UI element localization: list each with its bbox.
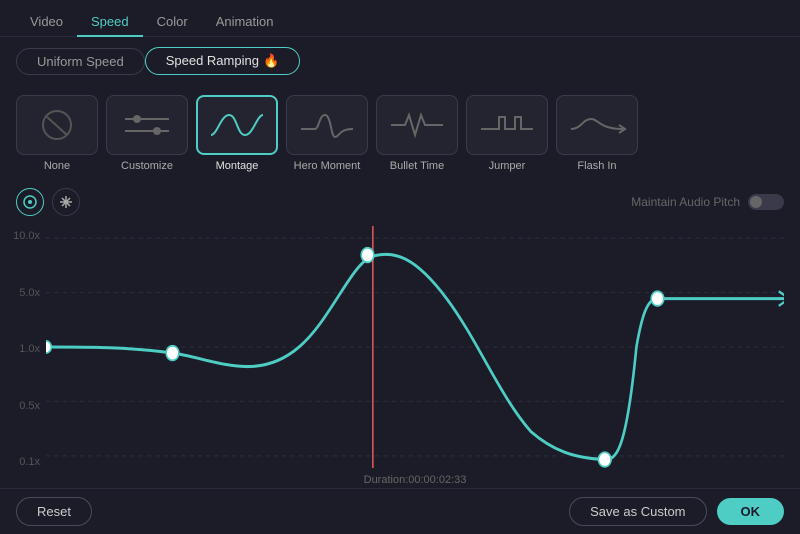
audio-pitch-toggle[interactable] bbox=[748, 194, 784, 210]
tab-color[interactable]: Color bbox=[143, 8, 202, 37]
tab-video[interactable]: Video bbox=[16, 8, 77, 37]
preset-hero-moment-label: Hero Moment bbox=[294, 160, 361, 172]
reset-button[interactable]: Reset bbox=[16, 497, 92, 526]
speed-ramping-btn[interactable]: Speed Ramping🔥 bbox=[145, 47, 300, 75]
preset-flash-in-label: Flash In bbox=[577, 160, 616, 172]
bezier-icon bbox=[22, 194, 38, 210]
y-label-0-5: 0.5x bbox=[0, 400, 46, 412]
preset-jumper-label: Jumper bbox=[489, 160, 526, 172]
preset-montage[interactable]: Montage bbox=[196, 95, 278, 172]
preset-montage-label: Montage bbox=[216, 160, 259, 172]
preset-montage-icon-box bbox=[196, 95, 278, 155]
uniform-speed-btn[interactable]: Uniform Speed bbox=[16, 48, 145, 75]
preset-jumper[interactable]: Jumper bbox=[466, 95, 548, 172]
bullet-time-icon bbox=[387, 107, 447, 143]
hero-moment-icon bbox=[297, 107, 357, 143]
bottom-bar: Reset Save as Custom OK bbox=[0, 488, 800, 534]
presets-row: None Customize Montage bbox=[0, 85, 800, 182]
preset-none-icon-box bbox=[16, 95, 98, 155]
customize-icon bbox=[117, 107, 177, 143]
preset-customize-icon-box bbox=[106, 95, 188, 155]
preset-customize[interactable]: Customize bbox=[106, 95, 188, 172]
chart-container: 10.0x 5.0x 1.0x 0.5x 0.1x bbox=[0, 222, 800, 488]
y-label-1: 1.0x bbox=[0, 343, 46, 355]
preset-flash-in-icon-box bbox=[556, 95, 638, 155]
montage-icon bbox=[207, 107, 267, 143]
audio-pitch-section: Maintain Audio Pitch bbox=[631, 194, 784, 210]
jumper-icon bbox=[477, 107, 537, 143]
duration-label: Duration:00:00:02:33 bbox=[46, 474, 784, 486]
preset-bullet-time[interactable]: Bullet Time bbox=[376, 95, 458, 172]
y-label-10: 10.0x bbox=[0, 230, 46, 242]
app-container: Video Speed Color Animation Uniform Spee… bbox=[0, 0, 800, 534]
chart-svg bbox=[46, 226, 784, 468]
tab-speed[interactable]: Speed bbox=[77, 8, 143, 37]
preset-none-label: None bbox=[44, 160, 70, 172]
y-label-5: 5.0x bbox=[0, 287, 46, 299]
preset-flash-in[interactable]: Flash In bbox=[556, 95, 638, 172]
y-label-0-1: 0.1x bbox=[0, 456, 46, 468]
preset-hero-moment[interactable]: Hero Moment bbox=[286, 95, 368, 172]
none-icon bbox=[27, 107, 87, 143]
chart-svg-area: Duration:00:00:02:33 bbox=[46, 226, 784, 488]
top-nav: Video Speed Color Animation bbox=[0, 0, 800, 37]
right-buttons: Save as Custom OK bbox=[569, 497, 784, 526]
preset-customize-label: Customize bbox=[121, 160, 173, 172]
tab-animation[interactable]: Animation bbox=[202, 8, 288, 37]
freeze-icon bbox=[58, 194, 74, 210]
preset-jumper-icon-box bbox=[466, 95, 548, 155]
y-axis: 10.0x 5.0x 1.0x 0.5x 0.1x bbox=[0, 226, 46, 488]
controls-bar: Maintain Audio Pitch bbox=[0, 182, 800, 222]
flame-icon: 🔥 bbox=[263, 53, 279, 68]
audio-pitch-label: Maintain Audio Pitch bbox=[631, 195, 740, 209]
save-as-custom-button[interactable]: Save as Custom bbox=[569, 497, 706, 526]
preset-none[interactable]: None bbox=[16, 95, 98, 172]
bezier-btn[interactable] bbox=[16, 188, 44, 216]
flash-in-icon bbox=[567, 107, 627, 143]
ok-button[interactable]: OK bbox=[717, 498, 785, 525]
preset-hero-moment-icon-box bbox=[286, 95, 368, 155]
freeze-btn[interactable] bbox=[52, 188, 80, 216]
mode-switcher: Uniform Speed Speed Ramping🔥 bbox=[0, 37, 800, 85]
preset-bullet-time-label: Bullet Time bbox=[390, 160, 444, 172]
preset-bullet-time-icon-box bbox=[376, 95, 458, 155]
